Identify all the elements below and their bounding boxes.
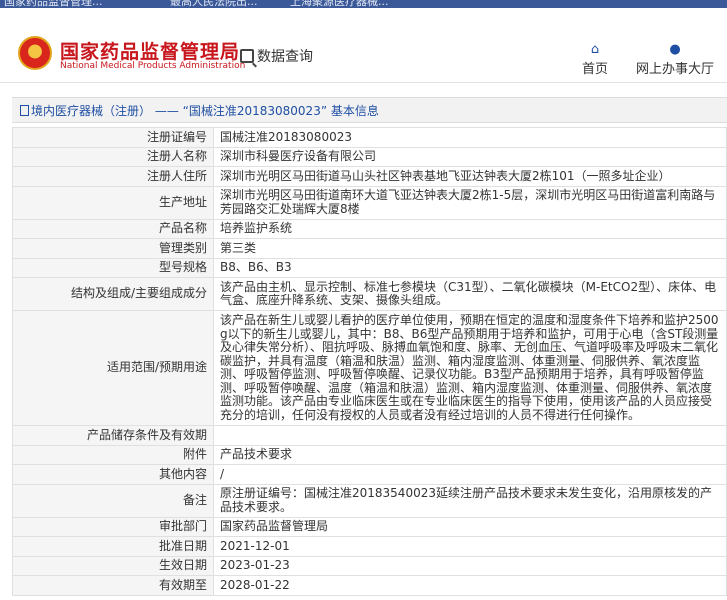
table-row: 审批部门 国家药品监督管理局 (12, 516, 727, 537)
data-query-label: 数据查询 (257, 49, 313, 65)
breadcrumb-text: 境内医疗器械（注册） —— “国械注准20183080023” 基本信息 (31, 104, 379, 118)
bookmark-tab[interactable]: 最高人民法院出... (170, 0, 258, 8)
site-title[interactable]: 国家药品监督管理局 (60, 37, 240, 64)
field-label: 管理类别 (12, 238, 214, 259)
nav-online-service-hall[interactable]: ● 网上办事大厅 (636, 42, 714, 77)
nav-online-service-label: 网上办事大厅 (636, 62, 715, 77)
browser-bookmarks-bar: 国家药品监督管理... 最高人民法院出... 上海聚源医疗器械... (0, 0, 727, 8)
registration-info-table: 注册证编号 国械注准20183080023 注册人名称 深圳市科曼医疗设备有限公司 注册… (12, 127, 727, 596)
document-icon (20, 105, 29, 116)
breadcrumb: 境内医疗器械（注册） —— “国械注准20183080023” 基本信息 (20, 102, 379, 119)
field-value: 2021-12-01 (213, 536, 727, 557)
table-row: 生效日期 2023-01-23 (12, 555, 727, 576)
field-label: 产品储存条件及有效期 (12, 425, 214, 446)
field-value: 培养监护系统 (213, 218, 727, 239)
field-value: 原注册证编号：国械注准20183540023延续注册产品技术要求未发生变化，沿用… (213, 483, 727, 518)
table-row: 批准日期 2021-12-01 (12, 536, 727, 557)
table-row: 备注 原注册证编号：国械注准20183540023延续注册产品技术要求未发生变化，… (12, 483, 727, 518)
table-row: 注册人住所 深圳市光明区马田街道马山头社区钟表基地飞亚达钟表大厦2栋101（一照多… (12, 166, 727, 187)
bookmark-tab[interactable]: 上海聚源医疗器械... (290, 0, 389, 8)
nav-home[interactable]: ⌂ 首页 (582, 42, 608, 77)
field-value: 深圳市光明区马田街道马山头社区钟表基地飞亚达钟表大厦2栋101（一照多址企业） (213, 166, 727, 187)
field-value (213, 425, 727, 446)
field-value: 产品技术要求 (213, 444, 727, 465)
table-row: 注册人名称 深圳市科曼医疗设备有限公司 (12, 146, 727, 167)
table-row: 产品储存条件及有效期 (12, 425, 727, 446)
field-label: 适用范围/预期用途 (12, 310, 214, 426)
field-label: 注册人名称 (12, 146, 214, 167)
field-label: 注册证编号 (12, 127, 214, 148)
field-label: 批准日期 (12, 536, 214, 557)
home-icon: ⌂ (590, 42, 600, 57)
field-label: 生产地址 (12, 185, 214, 220)
field-label: 备注 (12, 483, 214, 518)
table-row: 注册证编号 国械注准20183080023 (12, 127, 727, 148)
field-label: 产品名称 (12, 218, 214, 239)
national-emblem-logo (18, 36, 52, 70)
table-row: 生产地址 深圳市光明区马田街道南环大道飞亚达钟表大厦2栋1-5层，深圳市光明区马田… (12, 185, 727, 220)
table-row: 附件 产品技术要求 (12, 444, 727, 465)
table-row: 结构及组成/主要组成成分 该产品由主机、显示控制、标准七参模块（C31型）、二氧化… (12, 277, 727, 311)
field-value: 2023-01-23 (213, 555, 727, 576)
table-row: 型号规格 B8、B6、B3 (12, 257, 727, 278)
field-value: 深圳市科曼医疗设备有限公司 (213, 146, 727, 167)
field-value: 2028-01-22 (213, 575, 727, 596)
field-value: 国家药品监督管理局 (213, 516, 727, 537)
field-label: 生效日期 (12, 555, 214, 576)
table-row: 产品名称 培养监护系统 (12, 218, 727, 239)
field-value: 该产品由主机、显示控制、标准七参模块（C31型）、二氧化碳模块（M-EtCO2型… (213, 277, 727, 311)
search-doc-icon (240, 49, 254, 63)
table-row: 其他内容 / (12, 464, 727, 485)
field-label: 注册人住所 (12, 166, 214, 187)
field-label: 附件 (12, 444, 214, 465)
field-label: 型号规格 (12, 257, 214, 278)
field-value: 该产品在新生儿或婴儿看护的医疗单位使用，预期在恒定的温度和湿度条件下培养和监护2… (213, 310, 727, 426)
field-label: 审批部门 (12, 516, 214, 537)
nav-home-label: 首页 (582, 62, 609, 77)
field-label: 有效期至 (12, 575, 214, 596)
field-value: B8、B6、B3 (213, 257, 727, 278)
field-label: 其他内容 (12, 464, 214, 485)
field-label: 结构及组成/主要组成成分 (12, 277, 214, 311)
bookmark-tab[interactable]: 国家药品监督管理... (4, 0, 103, 8)
table-row: 管理类别 第三类 (12, 238, 727, 259)
table-row: 适用范围/预期用途 该产品在新生儿或婴儿看护的医疗单位使用，预期在恒定的温度和湿度… (12, 310, 727, 426)
field-value: 深圳市光明区马田街道南环大道飞亚达钟表大厦2栋1-5层，深圳市光明区马田街道富利… (213, 185, 727, 220)
data-query-link[interactable]: 数据查询 (240, 46, 313, 66)
field-value: 第三类 (213, 238, 727, 259)
field-value: / (213, 464, 727, 485)
table-row: 有效期至 2028-01-22 (12, 575, 727, 596)
breadcrumb-bar: 境内医疗器械（注册） —— “国械注准20183080023” 基本信息 (12, 97, 727, 123)
user-icon: ● (669, 42, 681, 57)
site-header: 国家药品监督管理局 National Medical Products Admi… (0, 8, 727, 83)
site-subtitle: National Medical Products Administration (60, 61, 246, 71)
field-value: 国械注准20183080023 (213, 127, 727, 148)
